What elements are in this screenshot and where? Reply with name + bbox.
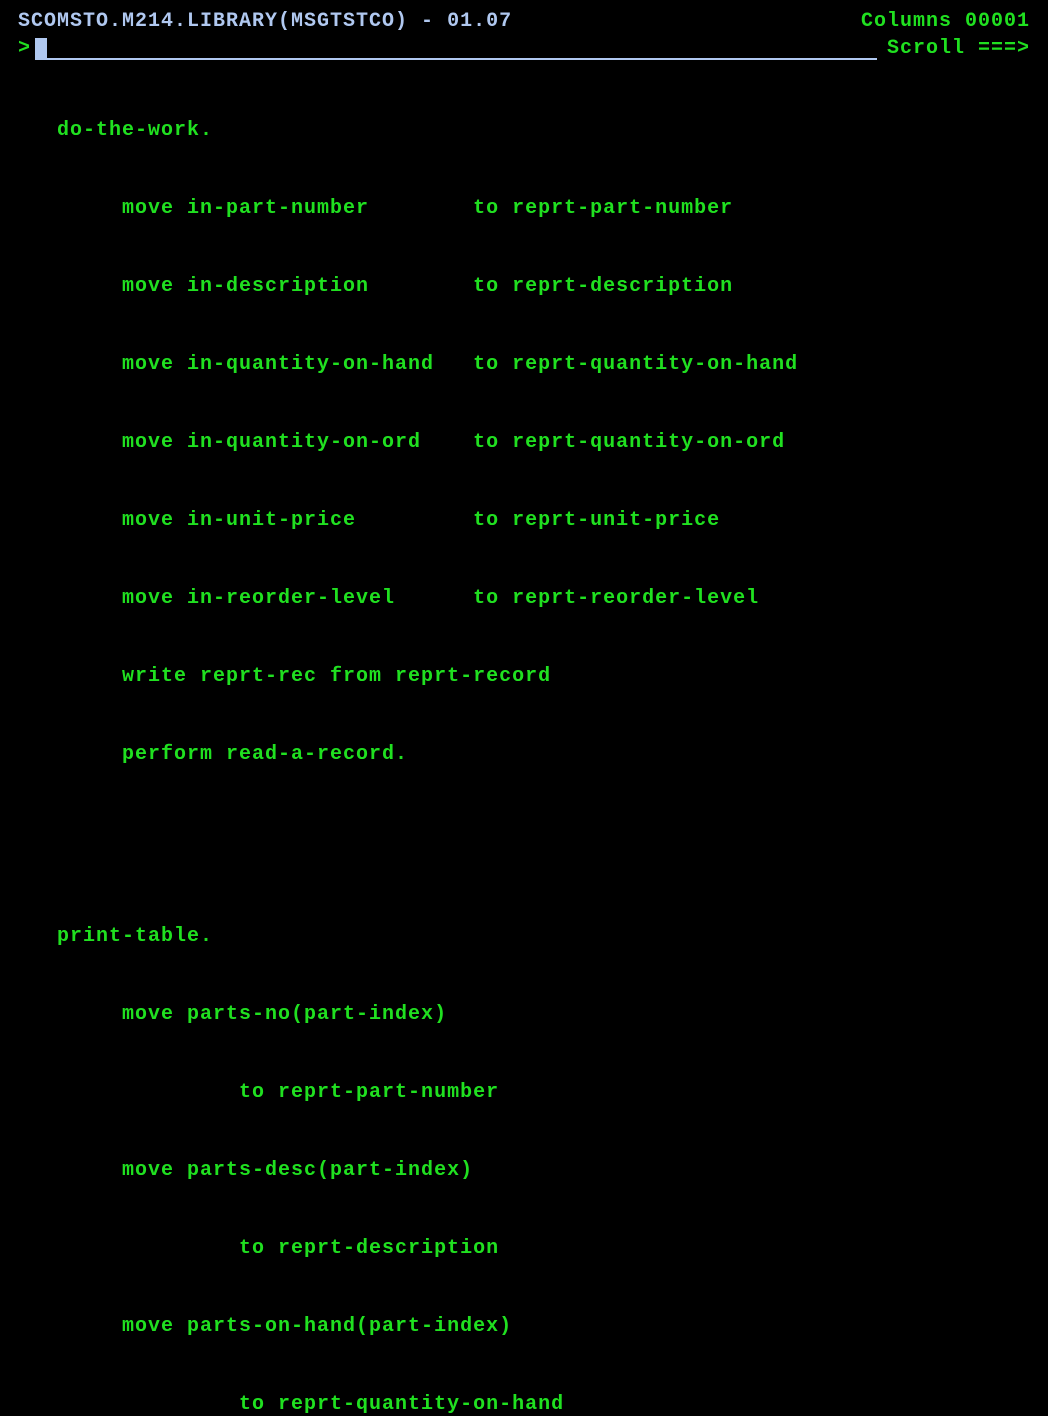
code-line: move parts-no(part-index) <box>18 1002 1030 1028</box>
command-line[interactable]: > Scroll ===> <box>18 37 1030 60</box>
code-line: move in-quantity-on-ord to reprt-quantit… <box>18 430 1030 456</box>
code-line: move in-unit-price to reprt-unit-price <box>18 508 1030 534</box>
code-line: move parts-on-hand(part-index) <box>18 1314 1030 1340</box>
code-line: print-table. <box>18 924 1030 950</box>
code-line: move in-part-number to reprt-part-number <box>18 196 1030 222</box>
code-line: move in-reorder-level to reprt-reorder-l… <box>18 586 1030 612</box>
command-input[interactable] <box>35 38 877 60</box>
code-line: perform read-a-record. <box>18 742 1030 768</box>
code-line: to reprt-part-number <box>18 1080 1030 1106</box>
dataset-name: SCOMSTO.M214.LIBRARY(MSGTSTCO) - 01.07 <box>18 10 512 33</box>
code-line: write reprt-rec from reprt-record <box>18 664 1030 690</box>
code-line: move in-quantity-on-hand to reprt-quanti… <box>18 352 1030 378</box>
code-area: do-the-work. move in-part-number to repr… <box>18 66 1030 1416</box>
code-line: to reprt-quantity-on-hand <box>18 1392 1030 1416</box>
columns-indicator: Columns 00001 <box>861 10 1030 33</box>
editor-header: SCOMSTO.M214.LIBRARY(MSGTSTCO) - 01.07 C… <box>18 10 1030 33</box>
command-prompt: > <box>18 37 31 60</box>
code-line: do-the-work. <box>18 118 1030 144</box>
code-line: move parts-desc(part-index) <box>18 1158 1030 1184</box>
code-line: to reprt-description <box>18 1236 1030 1262</box>
scroll-label: Scroll ===> <box>887 37 1030 60</box>
cursor-block <box>35 38 47 60</box>
code-line: move in-description to reprt-description <box>18 274 1030 300</box>
